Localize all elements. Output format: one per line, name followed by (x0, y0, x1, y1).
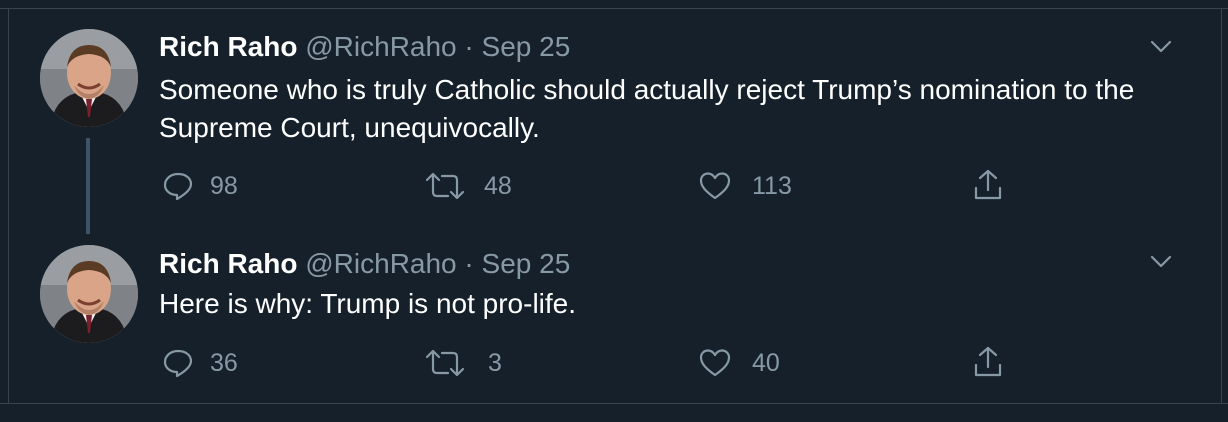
chevron-down-icon[interactable] (1148, 248, 1174, 274)
reply-button[interactable]: 36 (162, 347, 238, 379)
tweet-header: Rich Raho @RichRaho · Sep 25 (159, 30, 570, 64)
handle[interactable]: @RichRaho (305, 248, 456, 279)
retweet-count: 48 (484, 171, 512, 200)
display-name[interactable]: Rich Raho (159, 31, 297, 62)
retweet-button[interactable]: 48 (424, 170, 512, 202)
tweet-text: Someone who is truly Catholic should act… (159, 74, 1135, 143)
tweet[interactable]: Rich Raho @RichRaho · Sep 25 Someone who… (0, 0, 1228, 234)
avatar[interactable] (40, 245, 138, 343)
reply-count: 98 (210, 171, 238, 200)
like-icon (699, 349, 731, 377)
share-button[interactable] (972, 168, 1004, 202)
share-icon (974, 169, 1002, 200)
like-count: 113 (752, 171, 792, 200)
tweet-date[interactable]: Sep 25 (482, 31, 571, 62)
like-icon (699, 172, 731, 200)
handle[interactable]: @RichRaho (305, 31, 456, 62)
tweet-date[interactable]: Sep 25 (482, 248, 571, 279)
chevron-down-icon[interactable] (1148, 33, 1174, 59)
like-button[interactable]: 40 (698, 347, 780, 379)
reply-icon (163, 172, 193, 201)
retweet-button[interactable]: 3 (424, 347, 502, 379)
reply-button[interactable]: 98 (162, 170, 238, 202)
avatar[interactable] (40, 29, 138, 127)
separator: · (464, 248, 474, 279)
retweet-count: 3 (488, 348, 502, 377)
separator: · (464, 31, 474, 62)
tweet[interactable]: Rich Raho @RichRaho · Sep 25 Here is why… (0, 230, 1228, 404)
share-button[interactable] (972, 345, 1004, 379)
retweet-icon (425, 172, 465, 200)
retweet-icon (425, 349, 465, 377)
like-button[interactable]: 113 (698, 170, 792, 202)
thread-connector-line (86, 138, 90, 234)
tweet-header: Rich Raho @RichRaho · Sep 25 (159, 247, 570, 281)
share-icon (974, 346, 1002, 377)
reply-count: 36 (210, 348, 238, 377)
like-count: 40 (752, 348, 780, 377)
reply-icon (163, 349, 193, 378)
tweet-text: Here is why: Trump is not pro-life. (159, 288, 577, 319)
display-name[interactable]: Rich Raho (159, 248, 297, 279)
